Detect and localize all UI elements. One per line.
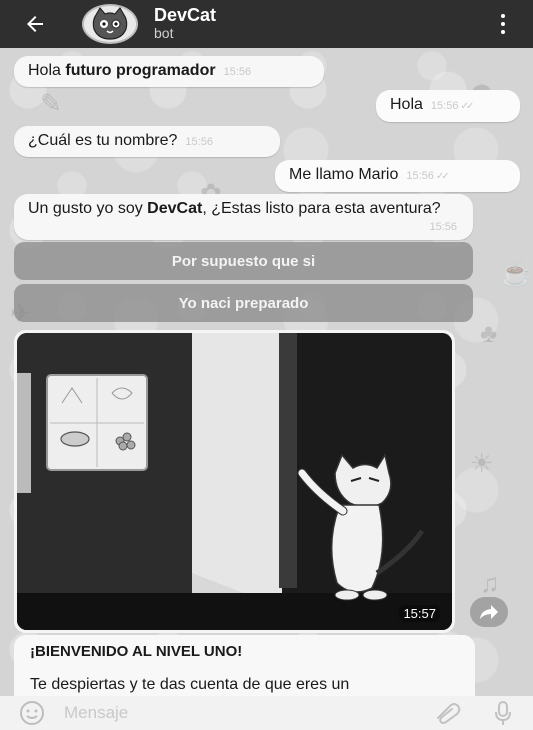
image-message-picture: 15:57 (17, 333, 452, 630)
image-message-time: 15:57 (399, 605, 440, 622)
more-options-button[interactable] (495, 12, 511, 36)
message-text: Te despiertas y te das cuenta de que ere… (30, 676, 350, 693)
back-button[interactable] (0, 0, 70, 48)
bot-reply-button[interactable]: Por supuesto que si (14, 242, 473, 280)
message-text: ¿Cuál es tu nombre? (28, 132, 178, 149)
message-bubble-incoming[interactable]: Un gusto yo soy DevCat, ¿Estas listo par… (14, 194, 473, 240)
chat-subtitle: bot (154, 25, 174, 41)
message-title: ¡BIENVENIDO AL NIVEL UNO! (30, 643, 243, 660)
message-text: , ¿Estas listo para esta aventura? (202, 200, 441, 217)
dot-icon (501, 14, 505, 18)
avatar[interactable] (82, 4, 138, 44)
bot-reply-button[interactable]: Yo naci preparado (14, 284, 473, 322)
emoji-icon (20, 701, 44, 725)
paperclip-icon (437, 703, 461, 724)
message-bubble-outgoing[interactable]: Me llamo Mario 15:56 ✓✓ (275, 160, 520, 192)
double-check-icon: ✓✓ (435, 171, 450, 182)
message-text: Hola (28, 62, 66, 79)
microphone-button[interactable] (473, 700, 533, 726)
attach-button[interactable] (423, 702, 473, 724)
forward-button[interactable] (470, 597, 508, 627)
message-time: 15:56 (429, 221, 457, 233)
back-arrow-icon (27, 16, 43, 32)
chat-title: DevCat (154, 5, 217, 25)
message-time: 15:56 (185, 136, 213, 148)
emoji-button[interactable] (0, 700, 64, 726)
message-text: Un gusto yo soy (28, 200, 148, 217)
dot-icon (501, 30, 505, 34)
cat-scene-illustration (17, 333, 452, 630)
message-bubble-incoming[interactable]: ¿Cuál es tu nombre? 15:56 (14, 126, 280, 157)
message-bubble-incoming[interactable]: ¡BIENVENIDO AL NIVEL UNO! Te despiertas … (14, 635, 475, 705)
microphone-icon (495, 701, 511, 725)
message-bubble-outgoing[interactable]: Hola 15:56 ✓✓ (376, 90, 520, 122)
cat-logo-icon (92, 7, 128, 40)
message-time: 15:56 (406, 170, 434, 182)
chat-title-block[interactable]: DevCat bot (154, 6, 216, 42)
message-input[interactable] (64, 703, 423, 723)
double-check-icon: ✓✓ (460, 101, 474, 112)
message-text: Me llamo Mario (289, 166, 399, 183)
image-message[interactable]: 15:57 (14, 330, 455, 633)
message-time: 15:56 (430, 100, 459, 112)
forward-arrow-icon (480, 605, 498, 619)
message-time: 15:56 (223, 66, 252, 78)
message-bubble-incoming[interactable]: Hola futuro programador 15:56 (14, 56, 324, 87)
message-text-bold: DevCat (147, 200, 203, 217)
message-input-bar (0, 696, 533, 730)
dot-icon (501, 22, 505, 26)
chat-header: DevCat bot (0, 0, 533, 48)
message-text: Hola (390, 96, 423, 113)
message-text-bold: futuro programador (65, 62, 216, 79)
